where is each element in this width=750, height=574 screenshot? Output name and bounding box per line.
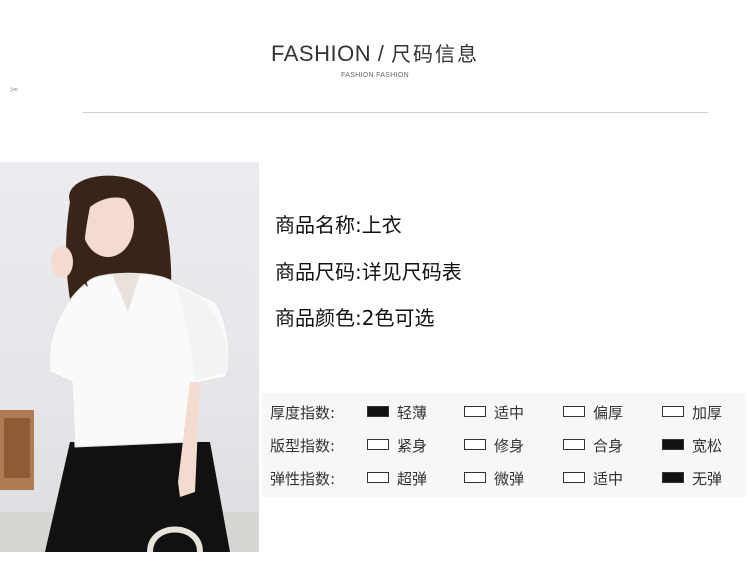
indicator-box (662, 406, 684, 417)
fit-row: 版型指数: 紧身 修身 合身 宽松 (262, 428, 746, 460)
option-label: 适中 (593, 470, 624, 488)
option-label: 修身 (494, 437, 525, 455)
hand (51, 246, 73, 278)
title-cn: 尺码信息 (390, 42, 479, 66)
thickness-label: 厚度指数: (270, 404, 336, 422)
page-title: FASHION / 尺码信息 (0, 38, 750, 67)
fit-label: 版型指数: (270, 437, 336, 455)
indicator-box (662, 472, 684, 483)
indicator-box (464, 406, 486, 417)
scissors-icon: ✂ (10, 85, 19, 96)
indicator-box (464, 439, 486, 450)
indicator-box (563, 439, 585, 450)
option-label: 宽松 (692, 437, 723, 455)
option-label: 微弹 (494, 470, 525, 488)
option-label: 适中 (494, 404, 525, 422)
option-label: 紧身 (397, 437, 428, 455)
indicator-box (464, 472, 486, 483)
indicator-box (563, 406, 585, 417)
option-label: 无弹 (692, 470, 723, 488)
indicator-box (367, 406, 389, 417)
title-en: FASHION (271, 41, 372, 66)
elasticity-row: 弹性指数: 超弹 微弹 适中 无弹 (262, 461, 746, 493)
index-table: 厚度指数: 轻薄 适中 偏厚 加厚 版型指数: 紧身 修身 合身 宽松 弹性指数… (262, 393, 746, 497)
elasticity-label: 弹性指数: (270, 470, 336, 488)
indicator-box (563, 472, 585, 483)
option-label: 加厚 (692, 404, 723, 422)
option-label: 超弹 (397, 470, 428, 488)
product-name: 商品名称:上衣 (275, 213, 402, 237)
indicator-box (367, 439, 389, 450)
product-size: 商品尺码:详见尺码表 (275, 260, 462, 284)
product-photo (0, 162, 259, 552)
title-separator: / (377, 41, 385, 66)
model-illustration (0, 175, 259, 552)
indicator-box (662, 439, 684, 450)
thickness-row: 厚度指数: 轻薄 适中 偏厚 加厚 (262, 395, 746, 427)
option-label: 轻薄 (397, 404, 428, 422)
product-color: 商品颜色:2色可选 (275, 306, 435, 330)
page-subtitle: FASHION FASHION (341, 72, 409, 79)
option-label: 偏厚 (593, 404, 624, 422)
header-divider (83, 112, 708, 113)
indicator-box (367, 472, 389, 483)
skirt (45, 442, 230, 552)
option-label: 合身 (593, 437, 624, 455)
